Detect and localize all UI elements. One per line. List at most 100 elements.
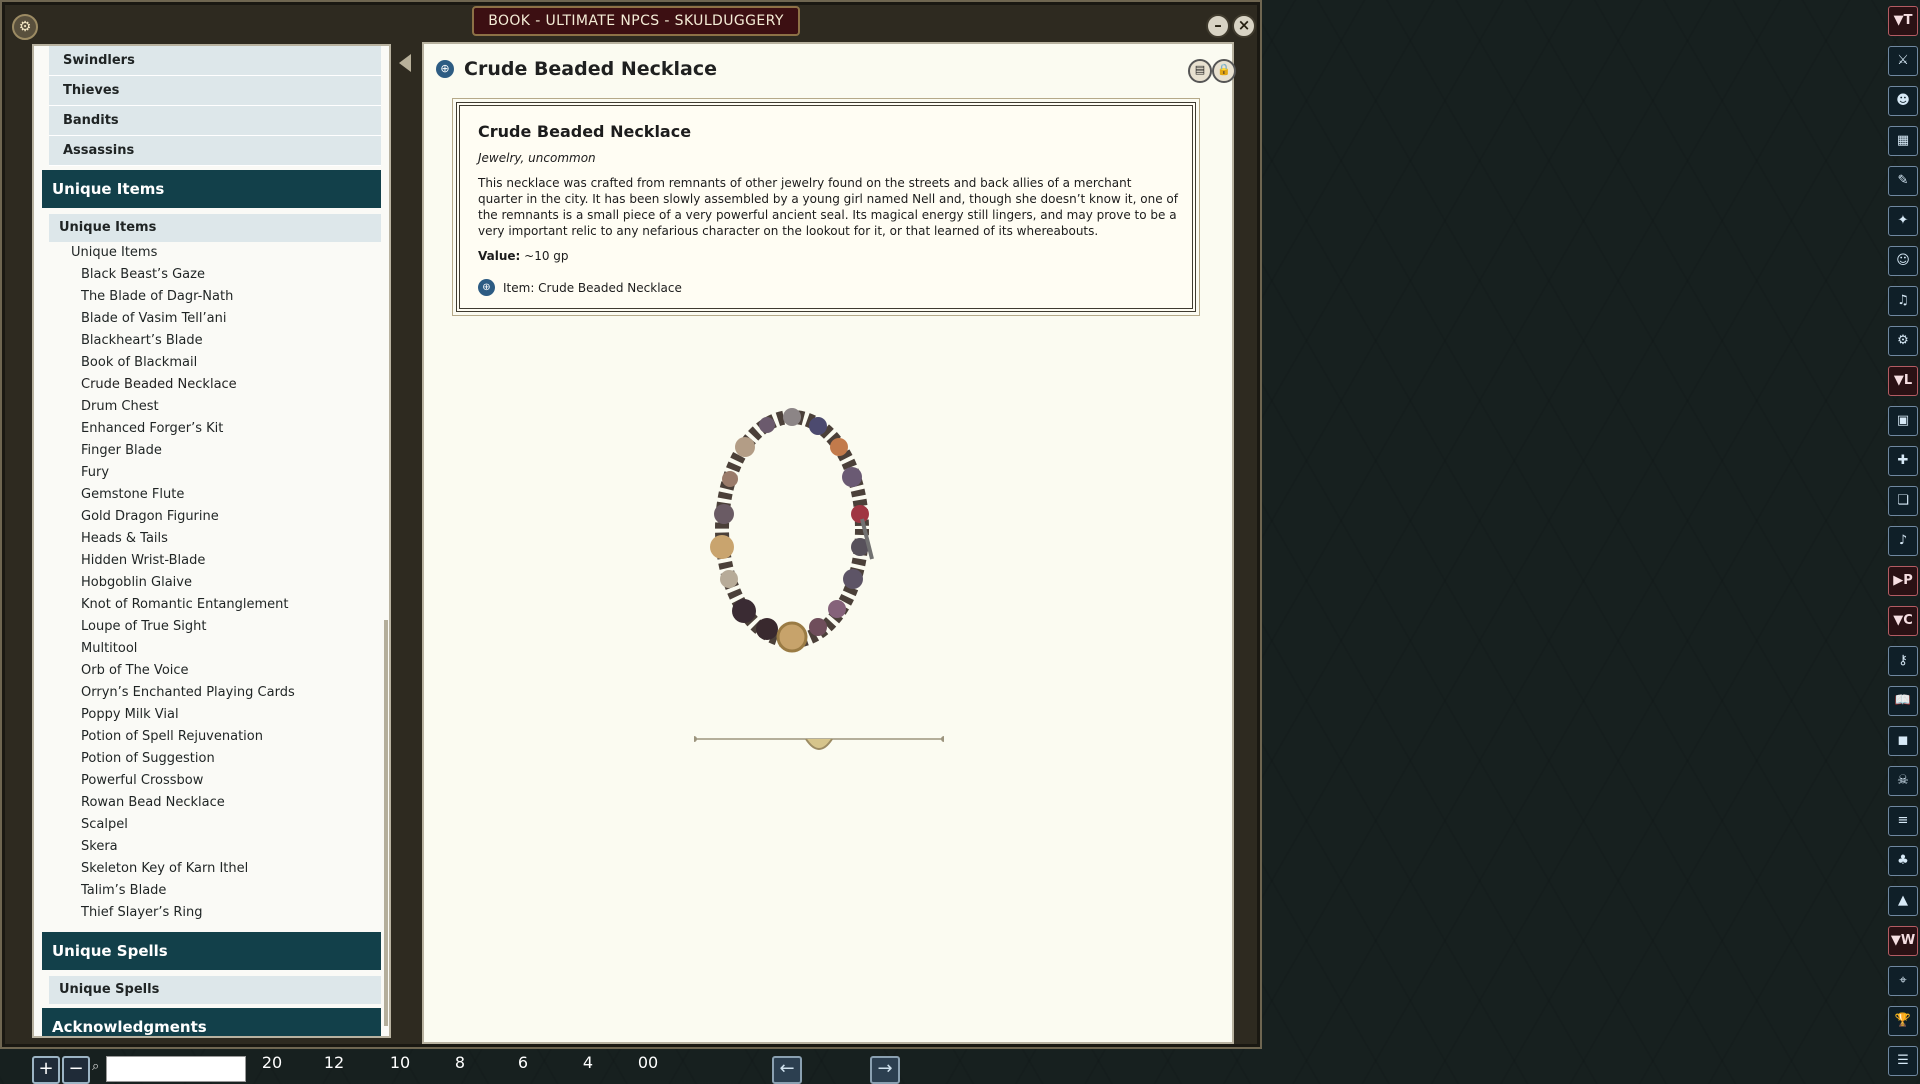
sidebar-item-bandits[interactable]: Bandits: [49, 106, 381, 136]
sidebar-list-item[interactable]: Heads & Tails: [81, 528, 389, 550]
menu-icon[interactable]: ☰: [1888, 1046, 1918, 1076]
sidebar-list-item[interactable]: Blade of Vasim Tell’ani: [81, 308, 389, 330]
minimize-button[interactable]: –: [1206, 14, 1230, 38]
sidebar-scrollbar[interactable]: [384, 620, 388, 1026]
item-link-icon[interactable]: ⊕: [478, 279, 495, 296]
collapse-arrow-icon[interactable]: [399, 54, 411, 72]
list-head-unique-items[interactable]: Unique Items: [71, 242, 389, 264]
item-link-text[interactable]: Item: Crude Beaded Necklace: [503, 281, 682, 295]
decorative-divider: [694, 736, 944, 750]
card-description: This necklace was crafted from remnants …: [478, 176, 1178, 238]
book-sidebar: Swindlers Thieves Bandits Assassins Uniq…: [32, 44, 391, 1038]
sidebar-list-item[interactable]: Knot of Romantic Entanglement: [81, 594, 389, 616]
cards-icon[interactable]: ♣: [1888, 846, 1918, 876]
skull-icon[interactable]: ☠: [1888, 766, 1918, 796]
item-link[interactable]: ⊕ Item: Crude Beaded Necklace: [478, 279, 1176, 296]
right-toolbar: ▼T ⚔ ☻ ▦ ✎ ✦ ☺ ♫ ⚙ ▼L ▣ ✚ ❏ ♪ ▶P ▼C ⚷ 📖 …: [1884, 0, 1920, 1080]
sidebar-list-item[interactable]: Hobgoblin Glaive: [81, 572, 389, 594]
category-button[interactable]: ▼L: [1888, 366, 1918, 396]
copy-icon[interactable]: ❏: [1888, 486, 1918, 516]
card-meta: Jewelry, uncommon: [478, 151, 596, 165]
sidebar-list-item[interactable]: Gold Dragon Figurine: [81, 506, 389, 528]
d20-die[interactable]: 20: [246, 1046, 298, 1080]
calendar-icon[interactable]: ▦: [1888, 126, 1918, 156]
category-button[interactable]: ▼W: [1888, 926, 1918, 956]
sidebar-list-item[interactable]: Crude Beaded Necklace: [81, 374, 389, 396]
sidebar-list-item[interactable]: Poppy Milk Vial: [81, 704, 389, 726]
sidebar-list-item[interactable]: Talim’s Blade: [81, 880, 389, 902]
sidebar-list-item[interactable]: Multitool: [81, 638, 389, 660]
sidebar-list-item[interactable]: Finger Blade: [81, 440, 389, 462]
unique-items-list: Black Beast’s Gaze The Blade of Dagr-Nath…: [34, 264, 389, 924]
d12-die[interactable]: 12: [308, 1046, 360, 1080]
sidebar-item-assassins[interactable]: Assassins: [49, 136, 381, 166]
close-button[interactable]: ×: [1232, 14, 1256, 38]
sidebar-list-item[interactable]: Orb of The Voice: [81, 660, 389, 682]
sidebar-list-item[interactable]: Skeleton Key of Karn Ithel: [81, 858, 389, 880]
item-card: Crude Beaded Necklace Jewelry, uncommon …: [452, 98, 1200, 316]
tent-icon[interactable]: ▲: [1888, 886, 1918, 916]
copy-icon[interactable]: ▤: [1188, 59, 1212, 83]
swords-icon[interactable]: ⚔: [1888, 46, 1918, 76]
category-label: L: [1903, 373, 1913, 388]
category-label: W: [1900, 933, 1916, 948]
d10-die[interactable]: 10: [374, 1046, 426, 1080]
sidebar-list-item[interactable]: Skera: [81, 836, 389, 858]
sidebar-list-item[interactable]: Orryn’s Enchanted Playing Cards: [81, 682, 389, 704]
sidebar-item-swindlers[interactable]: Swindlers: [49, 46, 381, 76]
sidebar-list-item[interactable]: Loupe of True Sight: [81, 616, 389, 638]
category-button[interactable]: ▶P: [1888, 566, 1918, 596]
link-icon[interactable]: ⊕: [436, 60, 454, 78]
sidebar-list-item[interactable]: Scalpel: [81, 814, 389, 836]
group-unique-spells[interactable]: Unique Spells: [49, 976, 381, 1004]
sound-icon[interactable]: ♪: [1888, 526, 1918, 556]
d8-die[interactable]: 8: [434, 1046, 486, 1080]
category-button[interactable]: ▼C: [1888, 606, 1918, 636]
section-unique-items[interactable]: Unique Items: [42, 170, 381, 208]
sidebar-list-item[interactable]: Powerful Crossbow: [81, 770, 389, 792]
pin-icon[interactable]: ⌖: [1888, 966, 1918, 996]
section-unique-spells[interactable]: Unique Spells: [42, 932, 381, 970]
sidebar-list-item[interactable]: Potion of Spell Rejuvenation: [81, 726, 389, 748]
bag-icon[interactable]: ◼: [1888, 726, 1918, 756]
settings-icon[interactable]: ⚙: [1888, 326, 1918, 356]
book-icon[interactable]: 📖: [1888, 686, 1918, 716]
sidebar-list-item[interactable]: Book of Blackmail: [81, 352, 389, 374]
sidebar-list-item[interactable]: Thief Slayer’s Ring: [81, 902, 389, 924]
sidebar-list-item[interactable]: Hidden Wrist-Blade: [81, 550, 389, 572]
people-icon[interactable]: ☻: [1888, 86, 1918, 116]
sidebar-item-thieves[interactable]: Thieves: [49, 76, 381, 106]
category-button[interactable]: ▼T: [1888, 6, 1918, 36]
sidebar-list-item[interactable]: Enhanced Forger’s Kit: [81, 418, 389, 440]
group-unique-items[interactable]: Unique Items: [49, 214, 381, 242]
search-input[interactable]: [106, 1056, 246, 1082]
trophy-icon[interactable]: 🏆: [1888, 1006, 1918, 1036]
sidebar-list-item[interactable]: The Blade of Dagr-Nath: [81, 286, 389, 308]
d6-die[interactable]: 6: [497, 1046, 549, 1080]
puzzle-icon[interactable]: ✚: [1888, 446, 1918, 476]
gear-icon[interactable]: ⚙: [12, 14, 38, 40]
value-label: Value:: [478, 249, 521, 263]
stack-icon[interactable]: ≡: [1888, 806, 1918, 836]
sidebar-list-item[interactable]: Potion of Suggestion: [81, 748, 389, 770]
sidebar-list-item[interactable]: Blackheart’s Blade: [81, 330, 389, 352]
dice-icon[interactable]: ✦: [1888, 206, 1918, 236]
sidebar-list-item[interactable]: Fury: [81, 462, 389, 484]
sidebar-list-item[interactable]: Rowan Bead Necklace: [81, 792, 389, 814]
section-acknowledgments[interactable]: Acknowledgments: [42, 1008, 381, 1036]
card-title: Crude Beaded Necklace: [478, 122, 692, 141]
chat-icon[interactable]: ✎: [1888, 166, 1918, 196]
folder-icon[interactable]: ▣: [1888, 406, 1918, 436]
category-label: T: [1903, 13, 1913, 28]
key-icon[interactable]: ⚷: [1888, 646, 1918, 676]
d100-die[interactable]: 00: [622, 1046, 674, 1080]
music-icon[interactable]: ♫: [1888, 286, 1918, 316]
sidebar-list-item[interactable]: Gemstone Flute: [81, 484, 389, 506]
person-icon[interactable]: ☺: [1888, 246, 1918, 276]
d4-die[interactable]: 4: [562, 1046, 614, 1080]
category-label: P: [1903, 573, 1913, 588]
card-value: Value: ~10 gp: [478, 249, 1176, 263]
sidebar-list-item[interactable]: Black Beast’s Gaze: [81, 264, 389, 286]
sidebar-list-item[interactable]: Drum Chest: [81, 396, 389, 418]
lock-icon[interactable]: 🔒: [1212, 59, 1236, 83]
